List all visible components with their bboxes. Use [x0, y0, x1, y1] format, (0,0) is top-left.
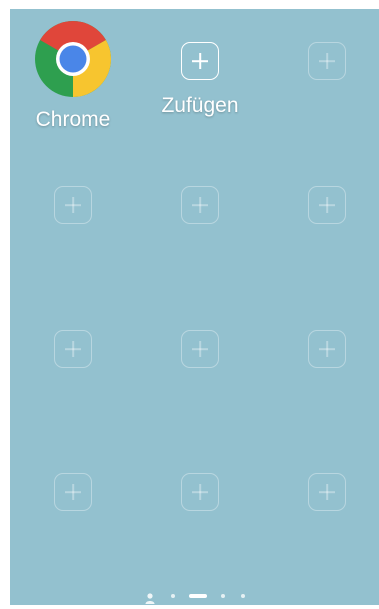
empty-slot[interactable] [140, 440, 260, 550]
page-dot[interactable] [240, 594, 245, 598]
add-placeholder-icon[interactable] [308, 330, 346, 368]
empty-slot[interactable] [13, 440, 133, 550]
user-page-icon[interactable] [145, 591, 155, 604]
add-placeholder-icon[interactable] [181, 330, 219, 368]
chrome-icon[interactable] [33, 19, 113, 99]
app-chrome[interactable]: Chrome [13, 9, 133, 131]
page-dot[interactable] [170, 594, 175, 598]
add-placeholder-icon[interactable] [181, 473, 219, 511]
add-placeholder-icon[interactable] [308, 473, 346, 511]
add-icon[interactable] [181, 42, 219, 80]
empty-slot[interactable] [267, 440, 379, 550]
empty-slot[interactable] [267, 297, 379, 407]
empty-slot[interactable] [13, 297, 133, 407]
page-indicator[interactable] [10, 590, 379, 604]
add-placeholder-icon[interactable] [181, 186, 219, 224]
empty-slot[interactable] [140, 153, 260, 263]
home-screen: Chrome Zufügen [10, 9, 379, 605]
page-dot[interactable] [220, 594, 225, 598]
add-placeholder-icon[interactable] [308, 186, 346, 224]
app-add[interactable]: Zufügen [140, 9, 260, 119]
page-dot-active[interactable] [188, 594, 207, 598]
empty-slot[interactable] [267, 9, 379, 119]
app-label-add: Zufügen [161, 94, 239, 117]
empty-slot[interactable] [13, 153, 133, 263]
add-placeholder-icon[interactable] [54, 186, 92, 224]
app-grid: Chrome Zufügen [10, 9, 379, 569]
add-placeholder-icon[interactable] [308, 42, 346, 80]
empty-slot[interactable] [267, 153, 379, 263]
empty-slot[interactable] [140, 297, 260, 407]
add-placeholder-icon[interactable] [54, 473, 92, 511]
app-label-chrome: Chrome [35, 108, 111, 131]
add-placeholder-icon[interactable] [54, 330, 92, 368]
